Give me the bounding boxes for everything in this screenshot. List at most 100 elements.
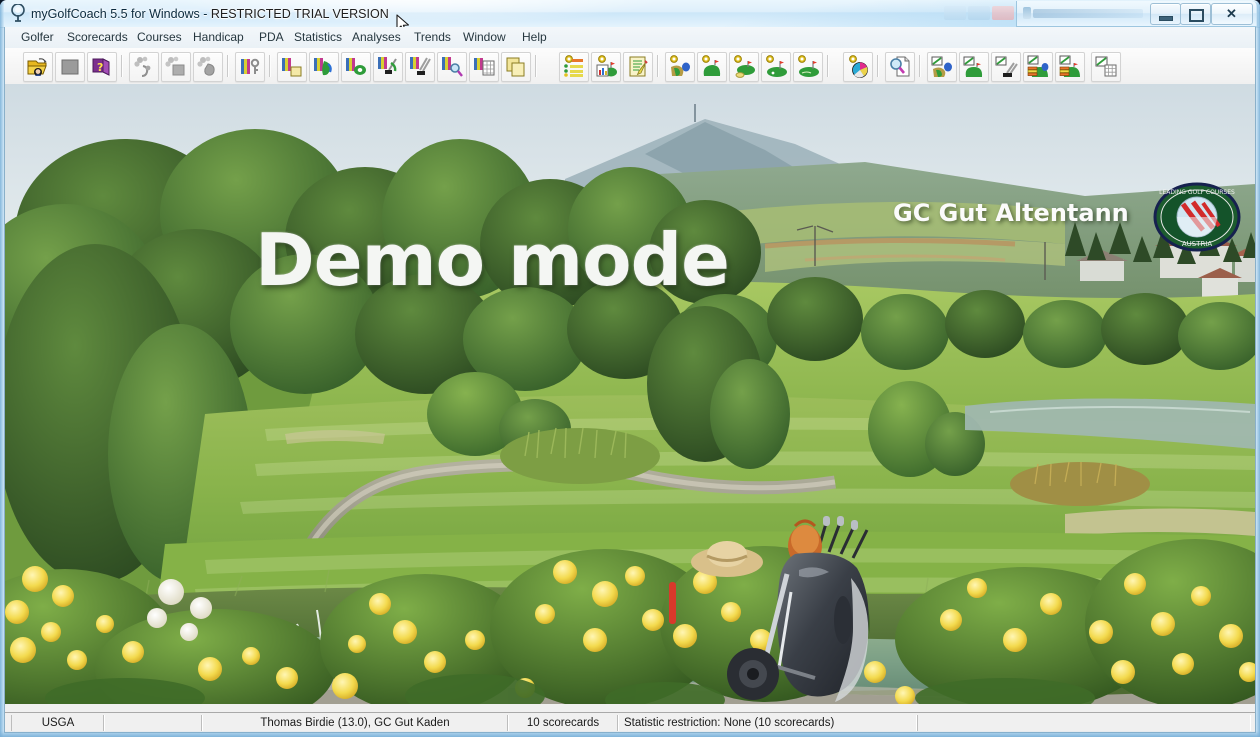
course-edit-button[interactable] xyxy=(129,52,159,82)
analysis-green-button[interactable] xyxy=(697,52,727,82)
trend-score-icon xyxy=(1027,55,1049,77)
leading-golf-courses-austria-logo: LEADING GOLF COURSES AUSTRIA xyxy=(1153,182,1241,252)
menu-item-scorecards[interactable]: Scorecards xyxy=(61,29,134,46)
trend-drive-icon xyxy=(995,56,1018,77)
print-preview-icon xyxy=(890,56,910,77)
mdi-restore-button[interactable] xyxy=(968,6,990,20)
toolbar-separator xyxy=(227,55,229,77)
course-tree-icon xyxy=(197,56,215,76)
menu-item-trends[interactable]: Trends xyxy=(408,29,457,46)
window-frame-right xyxy=(1256,0,1260,737)
menu-item-pda[interactable]: PDA xyxy=(253,29,290,46)
menu-item-statistics[interactable]: Statistics xyxy=(288,29,348,46)
menu-item-help[interactable]: Help xyxy=(516,29,553,46)
toolbar-separator xyxy=(877,55,879,77)
logo-top-text: LEADING GOLF COURSES xyxy=(1159,189,1235,196)
status-rating-system: USGA xyxy=(11,715,105,731)
stats-notes-icon xyxy=(629,56,648,77)
mdi-child-title xyxy=(1033,9,1143,18)
trend-fairway-button[interactable] xyxy=(927,52,957,82)
title-bar: myGolfCoach 5.5 for Windows - RESTRICTED… xyxy=(0,0,1260,33)
menu-item-golfer[interactable]: Golfer xyxy=(15,29,60,46)
mdi-minimize-button[interactable] xyxy=(944,6,966,20)
help-book-icon: ? xyxy=(92,58,110,76)
scorecard-table-icon xyxy=(474,58,495,76)
course-person-icon xyxy=(134,56,151,77)
client-area: Golfer Scorecards Courses Handicap PDA S… xyxy=(4,27,1256,733)
toolbar-separator xyxy=(535,55,537,77)
help-book-button[interactable]: ? xyxy=(87,52,117,82)
analysis-bunker-icon xyxy=(734,55,755,78)
scorecard-green-button[interactable] xyxy=(341,52,371,82)
menu-item-handicap[interactable]: Handicap xyxy=(187,29,250,46)
status-empty xyxy=(103,715,203,731)
stats-chart-icon xyxy=(596,55,617,77)
mdi-close-button[interactable] xyxy=(992,6,1014,20)
maximize-glyph xyxy=(1189,9,1204,22)
statistics-list-button[interactable] xyxy=(559,52,589,82)
status-statistic-restriction: Statistic restriction: None (10 scorecar… xyxy=(617,715,917,731)
course-tree-button[interactable] xyxy=(193,52,223,82)
menu-item-courses[interactable]: Courses xyxy=(131,29,188,46)
trend-fairway-icon xyxy=(931,56,952,77)
stats-list-icon xyxy=(564,55,583,77)
status-bar: USGA Thomas Birdie (13.0), GC Gut Kaden … xyxy=(5,712,1255,732)
analysis-putt-icon xyxy=(798,55,819,77)
analysis-pie-icon xyxy=(849,55,868,78)
menu-item-analyses[interactable]: Analyses xyxy=(346,29,407,46)
scorecard-copy-button[interactable] xyxy=(501,52,531,82)
minimize-button[interactable] xyxy=(1150,3,1181,25)
toolbar-separator xyxy=(919,55,921,77)
trend-green-button[interactable] xyxy=(959,52,989,82)
trend-stats-icon xyxy=(1059,55,1080,77)
splash-photo: Demo mode GC Gut Altentann LEADING GOLF … xyxy=(5,84,1255,704)
scorecard-key-icon xyxy=(241,58,260,74)
trend-score-button[interactable] xyxy=(1023,52,1053,82)
menu-bar: Golfer Scorecards Courses Handicap PDA S… xyxy=(5,27,1255,49)
window-frame-bottom xyxy=(0,731,1260,737)
close-glyph: ✕ xyxy=(1226,6,1237,21)
stop-button[interactable] xyxy=(55,52,85,82)
window-title-separator: - xyxy=(199,7,211,21)
scorecard-drive-button[interactable] xyxy=(405,52,435,82)
print-preview-button[interactable] xyxy=(885,52,915,82)
scorecard-note-button[interactable] xyxy=(277,52,307,82)
analysis-fairway-button[interactable] xyxy=(665,52,695,82)
analysis-pin-button[interactable] xyxy=(761,52,791,82)
golf-tee-icon xyxy=(11,4,25,22)
statistics-chart-button[interactable] xyxy=(591,52,621,82)
course-card-button[interactable] xyxy=(161,52,191,82)
trend-green-icon xyxy=(963,56,983,77)
close-button[interactable]: ✕ xyxy=(1211,3,1253,25)
analysis-fairway-icon xyxy=(670,55,690,76)
scorecard-note-icon xyxy=(282,58,302,77)
svg-text:?: ? xyxy=(97,61,103,74)
trend-stats-button[interactable] xyxy=(1055,52,1085,82)
analysis-bunker-button[interactable] xyxy=(729,52,759,82)
window-title: myGolfCoach 5.5 for Windows - RESTRICTED… xyxy=(31,5,389,23)
window-title-restricted: RESTRICTED TRIAL VERSION xyxy=(210,7,389,21)
scorecard-key-button[interactable] xyxy=(235,52,265,82)
statistics-notes-button[interactable] xyxy=(623,52,653,82)
scorecard-search-button[interactable] xyxy=(437,52,467,82)
foreground-layer xyxy=(5,516,1255,704)
toolbar-separator xyxy=(121,55,123,77)
maximize-button[interactable] xyxy=(1180,3,1211,25)
menu-item-window[interactable]: Window xyxy=(457,29,512,46)
trend-table-button[interactable] xyxy=(1091,52,1121,82)
scorecard-table-button[interactable] xyxy=(469,52,499,82)
application-window: myGolfCoach 5.5 for Windows - RESTRICTED… xyxy=(0,0,1260,737)
scorecard-putt-button[interactable] xyxy=(373,52,403,82)
mdi-child-icon xyxy=(1023,7,1031,19)
scorecard-putt-icon xyxy=(378,57,397,74)
toolbar: ? xyxy=(5,48,1255,85)
analysis-pin-icon xyxy=(766,55,787,77)
scorecard-course-button[interactable] xyxy=(309,52,339,82)
trend-drive-button[interactable] xyxy=(991,52,1021,82)
analysis-pie-button[interactable] xyxy=(843,52,873,82)
status-scorecard-count: 10 scorecards xyxy=(507,715,619,731)
open-golfer-button[interactable] xyxy=(23,52,53,82)
analysis-putt-button[interactable] xyxy=(793,52,823,82)
scorecard-green-icon xyxy=(346,58,366,75)
scorecard-course-icon xyxy=(314,58,332,76)
